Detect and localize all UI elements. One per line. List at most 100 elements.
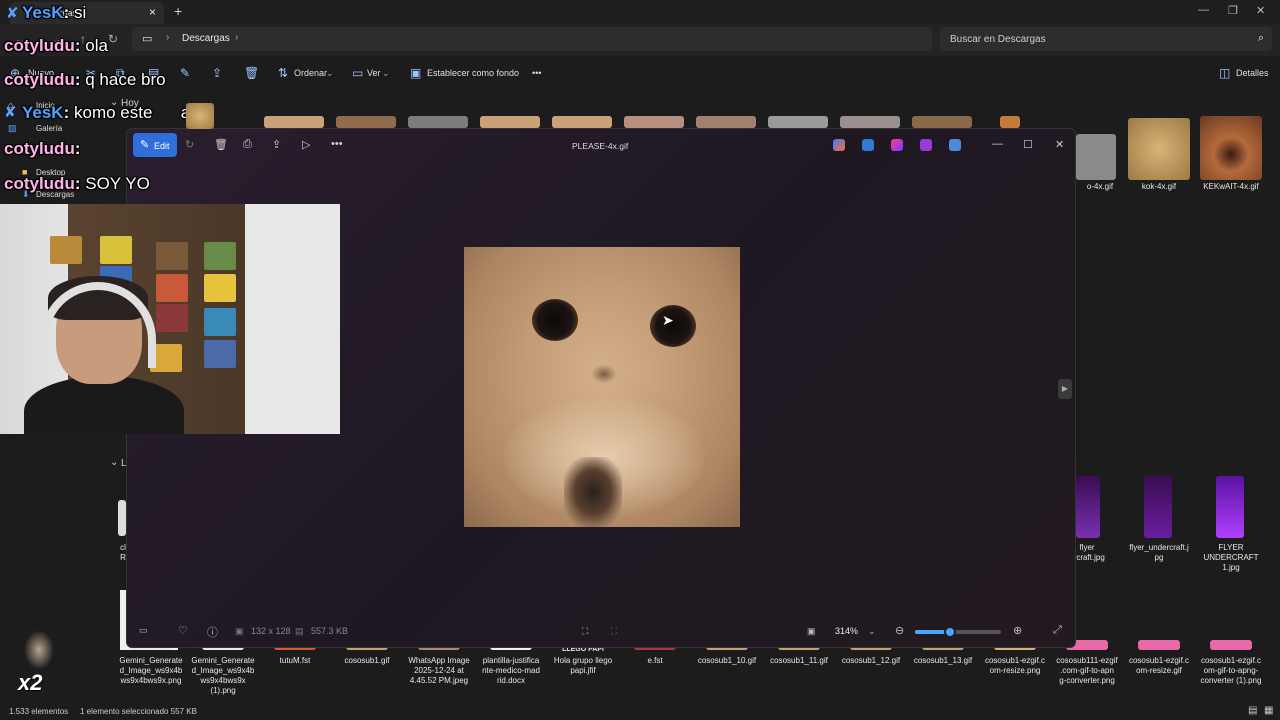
file-name: kok-4x.gif [1141,182,1177,191]
delete-icon[interactable]: 🗑 [244,66,259,80]
edit-button[interactable]: ✎ Edit [133,133,177,157]
zoom-out-icon[interactable]: ⊖ [895,624,904,637]
details-view-icon[interactable]: ▤ [1248,705,1257,716]
chat-separator: : [63,3,74,22]
file-thumbnail[interactable] [552,116,612,128]
sidebar-item-galeria[interactable]: Galería [36,124,62,133]
delete-icon[interactable]: 🗑 [214,138,228,151]
file-thumbnail[interactable] [1128,118,1190,180]
minimize-icon[interactable]: — [1198,4,1209,16]
designer-icon[interactable] [920,139,932,151]
sort-icon[interactable]: ⇅ [278,66,288,80]
image-filesize: 557.3 KB [311,626,349,636]
print-icon[interactable]: ⎙ [243,138,252,151]
file-thumbnail[interactable] [1076,476,1100,538]
sort-button[interactable]: Ordenar [294,68,327,78]
chat-username: cotyludu [4,174,75,193]
file-thumbnail[interactable] [408,116,468,128]
fullscreen-icon[interactable]: ⤢ [1053,624,1062,637]
file-thumbnail[interactable] [768,116,828,128]
slideshow-icon[interactable]: ▷ [302,138,310,151]
group-chevron-icon[interactable]: ⌄ [110,457,118,468]
chat-badge-icon: ✘ [6,5,19,22]
chat-badge-icon: ✘ [4,104,17,121]
status-bar: 1.533 elementos 1 elemento seleccionado … [0,702,1280,720]
file-thumbnail[interactable] [1144,476,1172,538]
favorite-icon[interactable]: ♡ [178,624,188,637]
close-tab-icon[interactable]: × [149,5,156,19]
zoom-slider[interactable] [915,626,1001,638]
close-window-icon[interactable]: ✕ [1256,4,1265,17]
file-thumbnail[interactable] [1138,640,1180,650]
file-name: flyer_undercraft.j pg [1129,543,1189,562]
new-tab-icon[interactable]: + [174,3,182,19]
file-thumbnail[interactable] [912,116,972,128]
file-thumbnail[interactable] [840,116,900,128]
file-thumbnail[interactable] [480,116,540,128]
file-thumbnail[interactable] [1000,116,1020,128]
refresh-icon[interactable]: ↻ [108,32,118,46]
minimize-icon[interactable]: — [992,138,1003,150]
filmstrip-icon[interactable]: ▭ [139,625,148,636]
zoom-slider-thumb[interactable] [944,626,957,638]
fit-icon[interactable]: ⛶ [611,626,617,637]
dancing-cat-emote [24,630,54,670]
view-button[interactable]: Ver [367,68,381,78]
file-thumbnail[interactable] [1076,134,1116,180]
viewer-bottom-bar: ▭ ♡ ⓘ ▣ 132 x 128 ▤ 557.3 KB ⛶ ⛶ ▣ 314% … [127,617,1077,647]
file-thumbnail[interactable] [264,116,324,128]
set-background-button[interactable]: Establecer como fondo [427,68,519,78]
mouse-cursor-icon: ➤ [662,312,674,328]
chat-username: YesK [22,103,64,122]
rotate-icon[interactable]: ↻ [185,138,194,151]
file-name: tutuM.fst [279,656,311,665]
wallpaper-icon[interactable]: ▣ [410,66,421,80]
file-thumbnail[interactable] [1210,640,1252,650]
streamer-body [24,376,184,434]
search-input[interactable]: Buscar en Descargas ⌕ [940,27,1272,51]
tiles-view-icon[interactable]: ▦ [1264,705,1273,716]
zoom-level[interactable]: 314% [835,626,858,636]
next-image-button[interactable]: ▶ [1058,379,1072,399]
copilot-icon[interactable] [833,139,845,151]
restore-icon[interactable]: ❐ [1228,4,1238,17]
chat-text: SOY YO [85,174,150,193]
chevron-down-icon: ⌄ [326,68,334,78]
address-bar[interactable]: ▭ › Descargas › [132,27,932,51]
share-icon[interactable]: ⇪ [212,66,222,80]
chat-username: cotyludu [4,70,75,89]
file-name: cososub1_11.gif [770,656,828,665]
chevron-down-icon[interactable]: ⌄ [868,626,876,637]
viewer-title: PLEASE-4x.gif [572,141,629,151]
paint-icon[interactable] [862,139,874,151]
command-bar: ⊕ Nuevo ✂ ⧉ ▤ ✎ ⇪ 🗑 ⇅ Ordenar ⌄ ▭ Ver ⌄ … [0,60,1280,88]
poster [100,236,132,264]
chat-text: si [73,3,87,22]
computer-icon: ▭ [142,33,153,45]
file-thumbnail[interactable] [118,500,126,536]
rename-icon[interactable]: ✎ [180,66,190,80]
file-thumbnail[interactable] [1200,116,1262,180]
breadcrumb-descargas[interactable]: Descargas [182,33,230,44]
share-icon[interactable]: ⇪ [272,138,281,151]
file-thumbnail[interactable] [624,116,684,128]
cat-nose [592,365,616,383]
info-icon[interactable]: ⓘ [207,624,218,640]
crop-icon[interactable]: ⛶ [582,626,588,637]
more-icon[interactable]: ••• [331,138,343,150]
maximize-icon[interactable]: ☐ [1023,138,1033,151]
details-button[interactable]: Detalles [1236,68,1269,78]
clipchamp-icon[interactable] [891,139,903,151]
details-icon[interactable]: ◫ [1219,66,1230,80]
onedrive-icon[interactable] [949,139,961,151]
more-button[interactable]: ••• [532,68,541,78]
poster [204,340,236,368]
close-icon[interactable]: ✕ [1055,138,1064,151]
file-thumbnail[interactable] [1216,476,1244,538]
actual-size-icon[interactable]: ▣ [807,626,816,637]
file-thumbnail[interactable] [696,116,756,128]
file-name: cososub1-ezgif.c om-resize.gif [1128,656,1190,675]
zoom-in-icon[interactable]: ⊕ [1013,624,1022,637]
file-thumbnail[interactable] [336,116,396,128]
view-icon[interactable]: ▭ [352,66,363,80]
